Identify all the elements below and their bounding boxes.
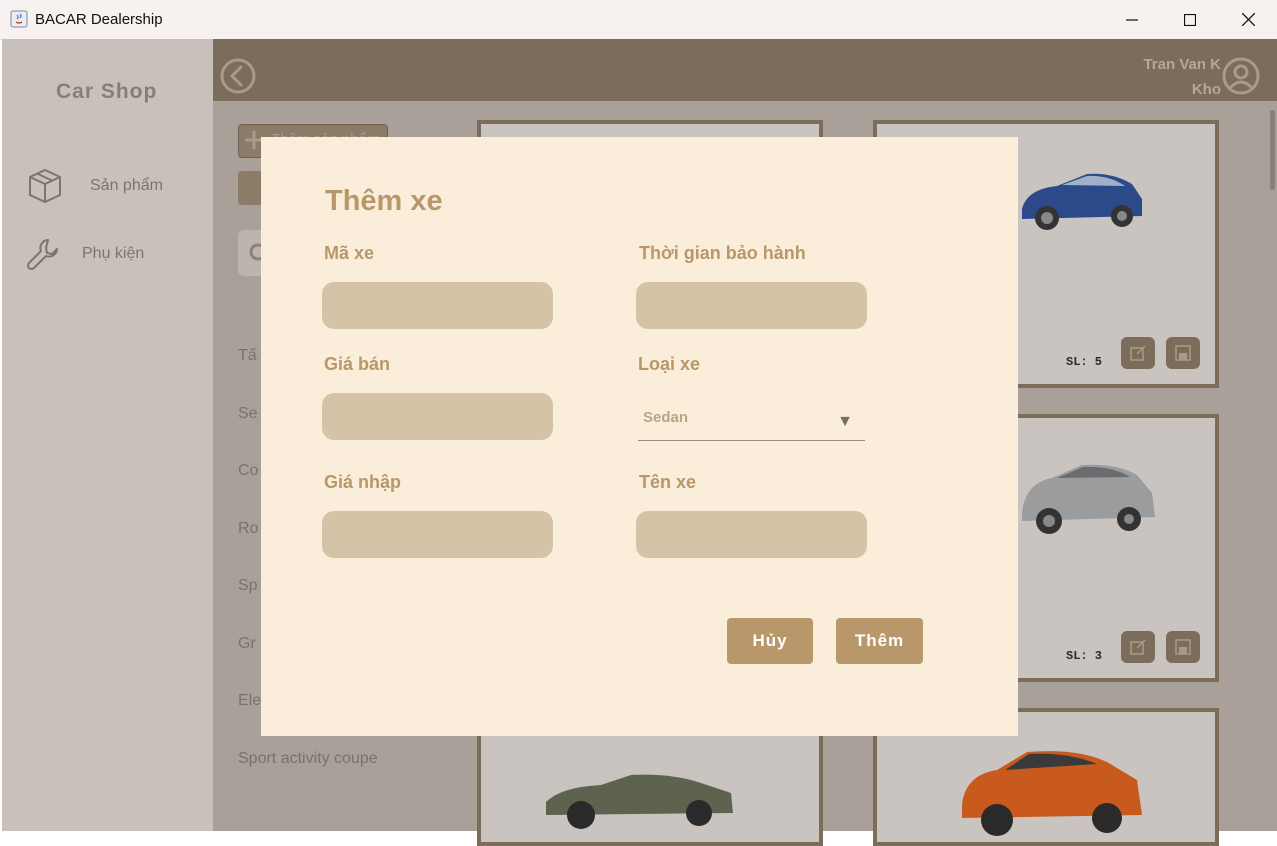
back-arrow-icon[interactable] xyxy=(220,58,256,94)
edit-icon xyxy=(1130,345,1146,361)
sidebar-item-accessories[interactable]: Phụ kiện xyxy=(26,237,144,271)
save-button[interactable] xyxy=(1166,337,1200,369)
save-button[interactable] xyxy=(1166,631,1200,663)
category-item[interactable]: Sp xyxy=(238,577,258,595)
car-type-select[interactable]: Sedan ▼ xyxy=(638,405,865,441)
window-title: BACAR Dealership xyxy=(35,11,163,28)
category-item[interactable]: Gr xyxy=(238,635,256,653)
car-image xyxy=(1022,464,1155,534)
car-type-value: Sedan xyxy=(643,409,689,426)
warranty-input[interactable] xyxy=(636,282,867,329)
dialog-title: Thêm xe xyxy=(325,185,443,217)
close-window-button[interactable] xyxy=(1219,0,1277,39)
import-price-label: Giá nhập xyxy=(324,472,402,492)
sidebar-item-products[interactable]: Sản phẩm xyxy=(28,168,163,204)
category-item[interactable]: Ele xyxy=(238,692,261,710)
sale-price-input[interactable] xyxy=(322,393,553,440)
window-titlebar: BACAR Dealership xyxy=(0,0,1277,40)
java-app-icon xyxy=(10,10,28,28)
edit-button[interactable] xyxy=(1121,337,1155,369)
category-item[interactable]: Sport activity coupe xyxy=(238,750,378,768)
save-icon xyxy=(1175,639,1191,655)
car-image xyxy=(962,751,1142,836)
category-item[interactable]: Tấ xyxy=(238,347,257,365)
edit-icon xyxy=(1130,639,1146,655)
maximize-button[interactable] xyxy=(1161,0,1219,39)
user-role: Kho xyxy=(1191,81,1221,98)
close-icon xyxy=(1241,13,1255,26)
car-image xyxy=(546,774,733,829)
scrollbar-thumb[interactable] xyxy=(1270,110,1275,190)
add-button[interactable]: Thêm xyxy=(836,618,923,664)
car-image xyxy=(1022,173,1142,230)
dropdown-arrow-icon: ▼ xyxy=(837,413,853,430)
brand-title: Car Shop xyxy=(56,80,158,103)
car-name-input[interactable] xyxy=(636,511,867,558)
user-avatar-icon[interactable] xyxy=(1222,57,1260,95)
car-name-label: Tên xe xyxy=(639,472,697,492)
car-id-input[interactable] xyxy=(322,282,553,329)
wrench-icon xyxy=(26,239,58,271)
warranty-label: Thời gian bảo hành xyxy=(639,243,806,263)
sidebar-item-label: Phụ kiện xyxy=(82,245,145,262)
sidebar xyxy=(2,39,213,831)
save-icon xyxy=(1175,345,1191,361)
cancel-button[interactable]: Hủy xyxy=(727,618,813,664)
import-price-input[interactable] xyxy=(322,511,553,558)
stock-quantity: SL: 5 xyxy=(1066,355,1103,369)
stock-quantity: SL: 3 xyxy=(1066,649,1103,663)
car-id-label: Mã xe xyxy=(324,243,375,263)
box-icon xyxy=(29,168,61,204)
add-car-dialog: Thêm xe Mã xe Thời gian bảo hành Giá bán… xyxy=(261,137,1018,736)
maximize-icon xyxy=(1184,13,1196,26)
category-item[interactable]: Se xyxy=(238,405,258,423)
minimize-icon xyxy=(1126,18,1138,21)
edit-button[interactable] xyxy=(1121,631,1155,663)
category-item[interactable]: Co xyxy=(238,462,258,480)
minimize-button[interactable] xyxy=(1103,0,1161,39)
user-name: Tran Van K xyxy=(1143,56,1221,73)
category-item[interactable]: Ro xyxy=(238,520,258,538)
top-header xyxy=(213,39,1277,101)
car-type-label: Loại xe xyxy=(638,354,701,374)
sidebar-item-label: Sản phẩm xyxy=(90,177,163,194)
sale-price-label: Giá bán xyxy=(324,354,391,374)
